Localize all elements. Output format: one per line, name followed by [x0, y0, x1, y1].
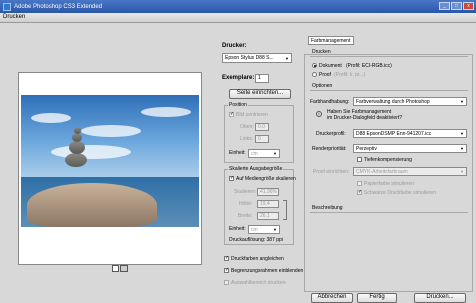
scale-label: Skalieren:: [234, 189, 257, 195]
top-label: Oben:: [240, 124, 254, 130]
bounding-box-checkbox[interactable]: [224, 267, 229, 273]
close-button[interactable]: x: [463, 2, 474, 10]
position-unit-value: cm: [251, 150, 258, 157]
cancel-button[interactable]: Abbrechen: [311, 293, 353, 303]
bounding-box-label: Begrenzungsrahmen einblenden: [231, 268, 304, 274]
chain-link-icon[interactable]: [283, 200, 287, 220]
chevron-down-icon: ▼: [285, 55, 289, 61]
printer-profile-select[interactable]: D88 EpsonDSMP Enn-941207.icc ▼: [353, 129, 467, 138]
printer-label: Drucker:: [222, 43, 247, 49]
chevron-down-icon: ▼: [352, 38, 353, 43]
print-selection-label: Auswahlbereich drucken: [231, 280, 286, 286]
render-priority-value: Perzeptiv: [356, 145, 377, 152]
info-icon: i: [316, 111, 322, 117]
left-label: Links:: [240, 136, 254, 142]
page-orientation-portrait-icon[interactable]: [112, 265, 119, 272]
height-label: Höhe:: [239, 201, 253, 207]
done-button[interactable]: Fertig: [357, 293, 397, 303]
color-handling-label: Farbhandhabung:: [310, 99, 350, 105]
depth-compensation-label: Tiefenkompensierung: [364, 157, 412, 163]
width-input[interactable]: 26,1: [257, 212, 279, 220]
match-print-colors-label: Druckfarben angleichen: [231, 256, 284, 262]
fit-to-media-checkbox[interactable]: [229, 175, 234, 181]
dialog-title: Drucken: [0, 13, 476, 23]
position-group-title: Position: [228, 102, 248, 108]
position-unit-select[interactable]: cm ▼: [248, 149, 280, 158]
center-image-label: Bild zentrieren: [236, 112, 268, 118]
color-handling-value: Farbverwaltung durch Photoshop: [356, 98, 430, 105]
mode-value: Farbmanagement: [311, 37, 351, 44]
chevron-down-icon: ▼: [460, 146, 464, 151]
chevron-down-icon: ▼: [460, 99, 464, 104]
options-heading: Optionen: [312, 83, 333, 89]
scaled-unit-value: cm: [251, 226, 258, 233]
printer-profile-value: D88 EpsonDSMP Enn-941207.icc: [356, 130, 432, 137]
print-resolution: Druckauflösung: 387 ppi: [229, 237, 283, 243]
proof-radio[interactable]: [312, 72, 317, 77]
proof-setup-select[interactable]: CMYK-Arbeitsfarbraum ▼: [353, 167, 467, 176]
proof-setup-value: CMYK-Arbeitsfarbraum: [356, 168, 408, 175]
print-heading: Drucken: [312, 49, 331, 55]
paper-color-checkbox[interactable]: [357, 181, 362, 186]
width-label: Breite:: [238, 213, 253, 219]
document-radio[interactable]: [312, 63, 317, 68]
divider: [310, 212, 468, 213]
print-dialog: Drucker: Epson Stylus D88 S... ▼ Exemplar…: [0, 23, 476, 303]
height-input[interactable]: 19,4: [257, 200, 279, 208]
render-priority-label: Renderpriorität:: [312, 146, 347, 152]
chevron-down-icon: ▼: [273, 151, 277, 156]
mode-select[interactable]: Farbmanagement▼: [308, 36, 354, 45]
print-selection-checkbox[interactable]: [224, 280, 229, 285]
description-heading: Beschreibung: [312, 205, 343, 211]
position-unit-label: Einheit:: [229, 150, 246, 156]
info-text-line-2: im Drucker-Dialogfeld deaktiviert?: [327, 115, 403, 121]
proof-profile: (Profil: k. pr...): [334, 72, 366, 78]
scaled-unit-select[interactable]: cm ▼: [248, 225, 280, 234]
document-label: Dokument: [319, 63, 342, 69]
copies-label: Exemplare:: [222, 75, 255, 81]
printer-profile-label: Druckerprofil:: [316, 131, 346, 137]
print-preview: [18, 72, 202, 265]
copies-input[interactable]: 1: [255, 74, 269, 83]
window-controls: _ □ x: [439, 2, 474, 10]
document-profile: (Profil: ECI-RGB.icc): [346, 63, 392, 69]
chevron-down-icon: ▼: [460, 169, 464, 174]
color-handling-select[interactable]: Farbverwaltung durch Photoshop ▼: [353, 97, 467, 106]
photoshop-icon: [3, 2, 11, 11]
proof-setup-label: Proof einrichten:: [313, 169, 350, 175]
paper-color-label: Papierfarbe simulieren: [364, 181, 415, 187]
window-titlebar: Adobe Photoshop CS3 Extended _ □ x: [0, 0, 476, 13]
scaled-output-title: Skalierte Ausgabegröße: [228, 166, 284, 172]
proof-label: Proof: [319, 72, 331, 78]
page-orientation-landscape-icon[interactable]: [120, 265, 128, 272]
minimize-button[interactable]: _: [439, 2, 450, 10]
top-input[interactable]: 0,0: [255, 123, 269, 131]
left-input[interactable]: 0: [255, 135, 269, 143]
divider: [310, 90, 468, 91]
black-ink-checkbox[interactable]: [357, 189, 362, 195]
page-setup-button[interactable]: Seite einrichten...: [229, 89, 291, 99]
scaled-unit-label: Einheit:: [229, 226, 246, 232]
chevron-down-icon: ▼: [273, 227, 277, 232]
match-print-colors-checkbox[interactable]: [224, 255, 229, 261]
fit-to-media-label: Auf Mediengröße skalieren: [236, 176, 296, 182]
printer-select[interactable]: Epson Stylus D88 S... ▼: [222, 53, 292, 63]
center-image-checkbox[interactable]: [229, 111, 234, 117]
render-priority-select[interactable]: Perzeptiv ▼: [353, 144, 467, 153]
scale-input[interactable]: 41,96%: [257, 188, 279, 196]
preview-image: [21, 95, 199, 227]
print-button[interactable]: Drucken...: [414, 293, 466, 303]
black-ink-label: Schwarze Druckfarbe simulieren: [364, 190, 436, 196]
chevron-down-icon: ▼: [460, 131, 464, 136]
printer-value: Epson Stylus D88 S...: [225, 55, 274, 61]
divider: [310, 56, 468, 57]
maximize-button[interactable]: □: [451, 2, 462, 10]
depth-compensation-checkbox[interactable]: [357, 157, 362, 162]
window-title: Adobe Photoshop CS3 Extended: [14, 3, 103, 10]
